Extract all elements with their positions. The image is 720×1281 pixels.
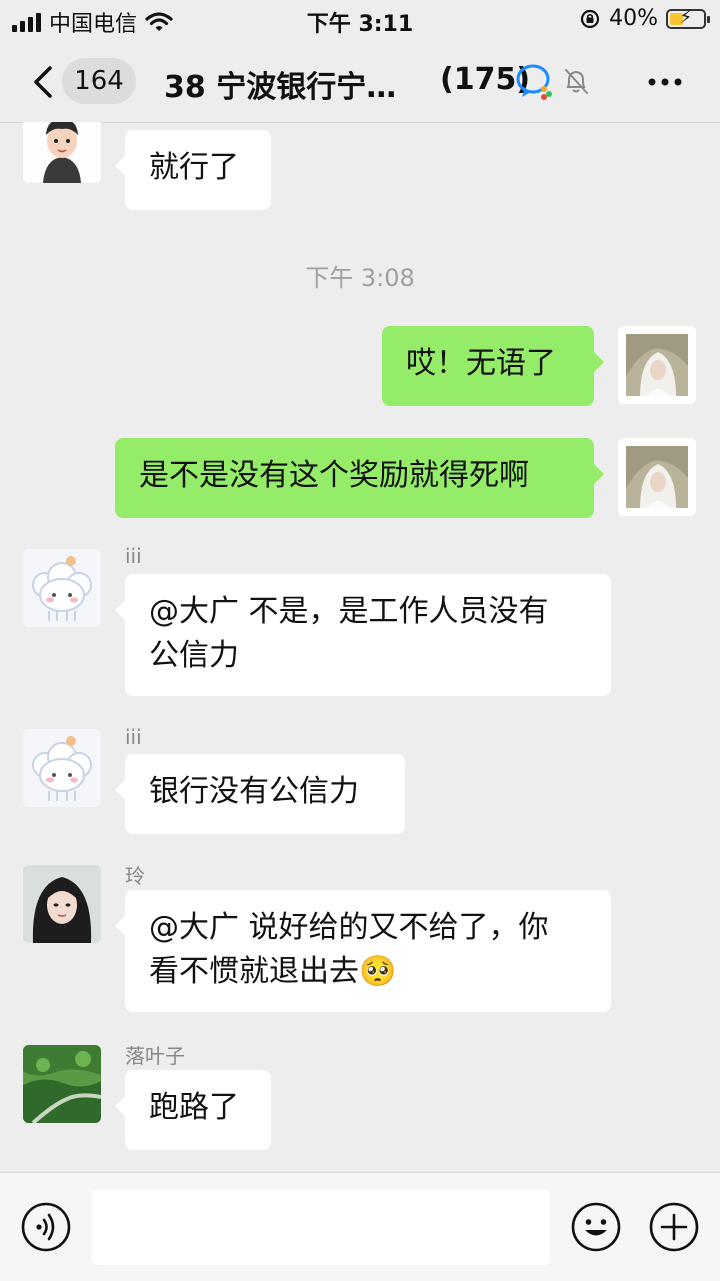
message-input[interactable] <box>92 1189 550 1265</box>
message-list[interactable]: 就行了 下午 3:08 哎！无语了 是不是没有这个奖励就得死啊 iii @大广 … <box>0 122 720 1172</box>
my-avatar[interactable] <box>618 326 696 404</box>
status-bar: 中国电信 下午 3:11 40% ⚡ <box>0 0 720 40</box>
cloud-sheep-avatar-icon <box>23 729 101 807</box>
avatar[interactable] <box>23 865 101 943</box>
message-text-line: @大广 说好给的又不给了，你 <box>149 910 549 945</box>
message-bubble[interactable]: @大广 说好给的又不给了，你 看不惯就退出去🥺 <box>115 890 611 1012</box>
wecom-icon <box>516 64 552 100</box>
cartoon-man-avatar-icon <box>23 122 101 183</box>
message-bubble-outgoing[interactable]: 是不是没有这个奖励就得死啊 <box>115 438 604 518</box>
chat-title: 38 宁波银行宁… <box>164 70 397 105</box>
orientation-lock-icon <box>580 9 600 28</box>
message-bubble[interactable]: 银行没有公信力 <box>115 754 405 834</box>
message-bubble[interactable]: @大广 不是，是工作人员没有 公信力 <box>115 574 611 696</box>
avatar[interactable] <box>23 549 101 627</box>
bride-avatar-icon <box>618 438 696 516</box>
message-text: 是不是没有这个奖励就得死啊 <box>139 458 529 493</box>
sender-name: iii <box>125 725 142 749</box>
message-text: 银行没有公信力 <box>149 774 359 809</box>
input-bar <box>0 1172 720 1281</box>
sender-name: 玲 <box>125 864 145 888</box>
battery-icon: ⚡ <box>666 7 710 29</box>
cloud-sheep-avatar-icon <box>23 549 101 627</box>
message-text: 就行了 <box>149 150 239 185</box>
avatar[interactable] <box>23 122 101 183</box>
my-avatar[interactable] <box>618 438 696 516</box>
status-right: 40% ⚡ <box>579 6 710 31</box>
message-text-line: 公信力 <box>149 638 239 673</box>
message-timestamp: 下午 3:08 <box>305 264 415 292</box>
message-text: 哎！无语了 <box>406 346 556 381</box>
sender-name: 落叶子 <box>125 1044 185 1068</box>
message-bubble[interactable]: 跑路了 <box>115 1070 271 1150</box>
message-text: 跑路了 <box>149 1090 239 1125</box>
chat-header: 164 38 宁波银行宁… (175) <box>0 40 720 123</box>
voice-input-icon[interactable] <box>20 1201 72 1253</box>
plus-icon[interactable] <box>648 1201 700 1253</box>
sender-name: iii <box>125 544 142 568</box>
mute-bell-icon <box>565 69 588 94</box>
more-icon[interactable] <box>646 62 684 102</box>
unread-count-badge[interactable]: 164 <box>62 58 136 104</box>
green-valley-avatar-icon <box>23 1045 101 1123</box>
message-text-line: @大广 不是，是工作人员没有 <box>149 594 549 629</box>
woman-portrait-avatar-icon <box>23 865 101 943</box>
emoji-icon[interactable] <box>570 1201 622 1253</box>
battery-percent: 40% <box>609 6 658 31</box>
avatar[interactable] <box>23 1045 101 1123</box>
message-bubble[interactable]: 就行了 <box>115 130 271 210</box>
back-icon[interactable] <box>26 62 66 102</box>
message-text-line: 看不惯就退出去🥺 <box>149 954 397 989</box>
avatar[interactable] <box>23 729 101 807</box>
bride-avatar-icon <box>618 326 696 404</box>
message-bubble-outgoing[interactable]: 哎！无语了 <box>382 326 604 406</box>
